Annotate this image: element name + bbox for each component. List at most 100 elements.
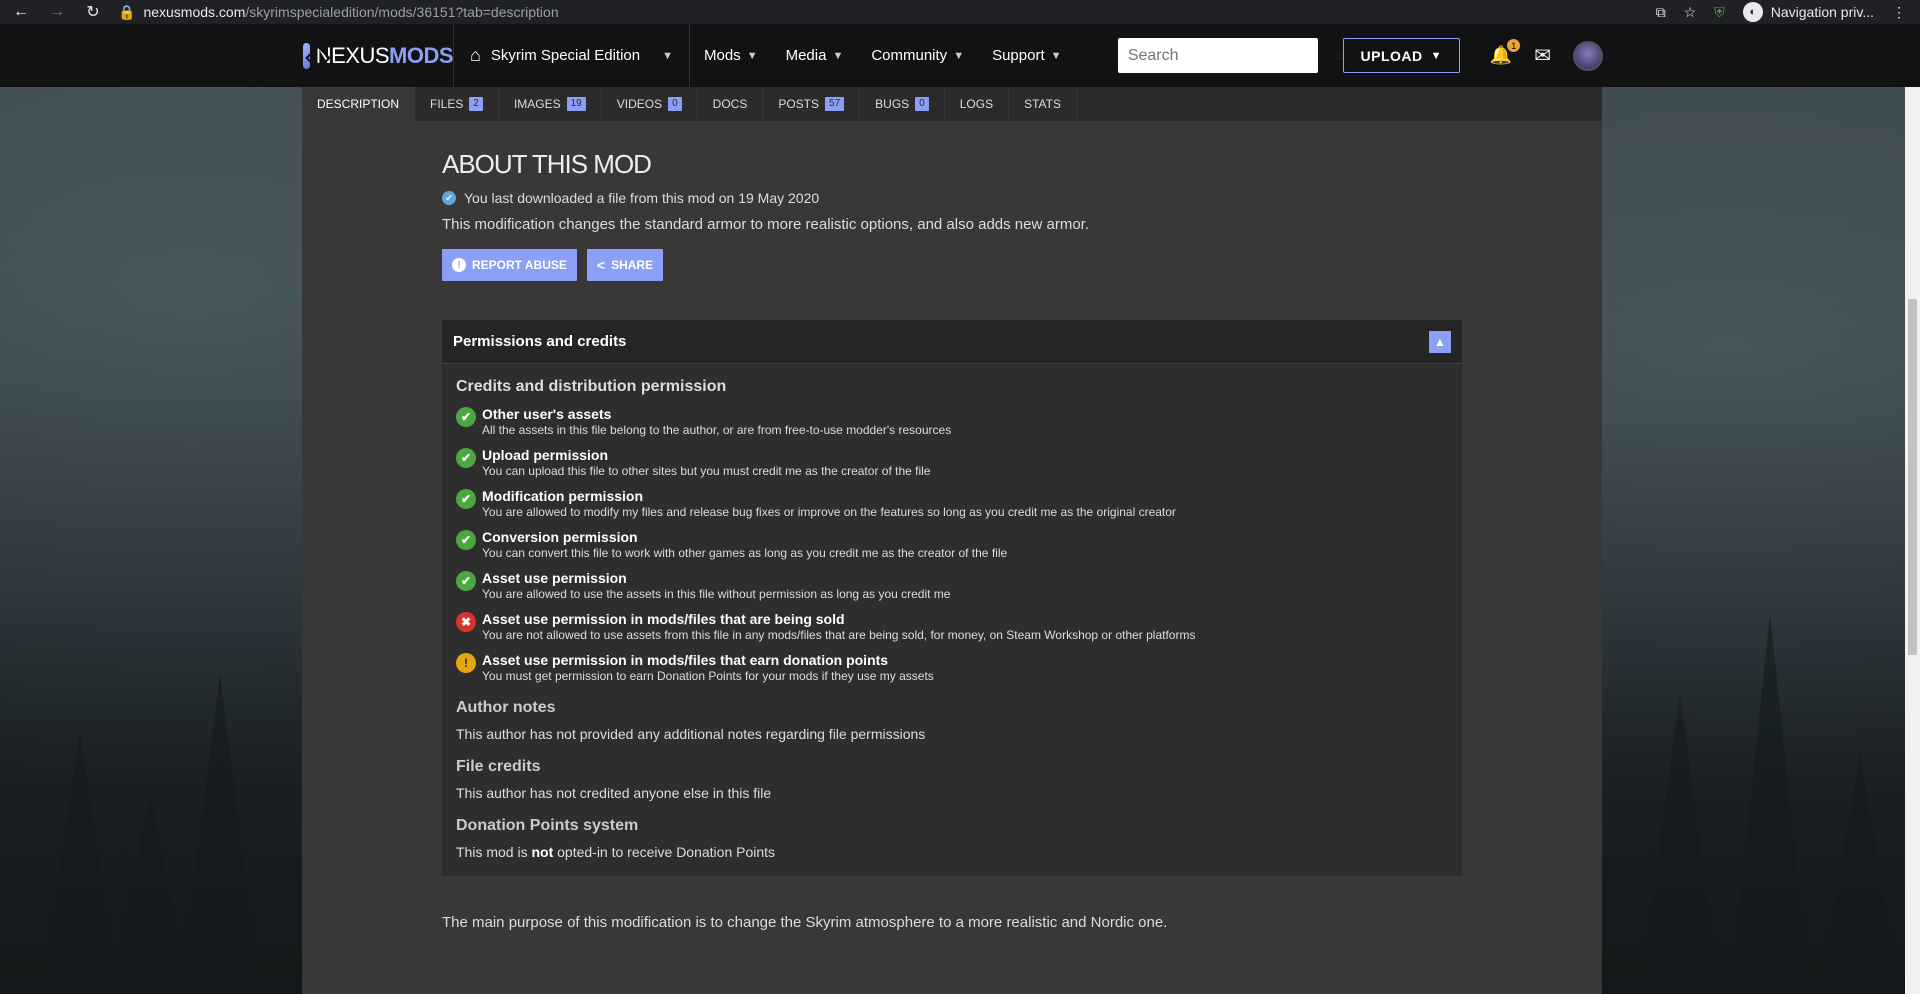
tab-images[interactable]: IMAGES 19 <box>499 87 602 121</box>
profile-button[interactable]: ◐ Navigation priv... <box>1742 2 1874 22</box>
permission-desc: You can convert this file to work with o… <box>482 546 1008 560</box>
mod-tabs: DESCRIPTION FILES 2 IMAGES 19 VIDEOS 0 DOCS… <box>302 87 1602 121</box>
permissions-title: Permissions and credits <box>453 333 627 350</box>
browser-menu-icon[interactable]: ⋮ <box>1892 4 1906 21</box>
report-label: REPORT ABUSE <box>472 258 567 272</box>
permission-desc: You must get permission to earn Donation… <box>482 669 934 683</box>
menu-community[interactable]: Community ▼ <box>857 24 978 87</box>
user-avatar[interactable] <box>1573 40 1603 71</box>
permission-title: Modification permission <box>482 488 644 504</box>
main-menu: Mods ▼ Media ▼ Community ▼ Support ▼ <box>690 24 1076 87</box>
search-input[interactable] <box>1127 46 1335 65</box>
address-bar[interactable]: 🔒 nexusmods.com/skyrimspecialedition/mod… <box>118 4 559 21</box>
permission-item: ✔ Asset use permission You are allowed to… <box>456 570 1448 601</box>
lock-icon: 🔒 <box>118 3 136 20</box>
bookmark-star-icon[interactable]: ☆ <box>1684 4 1697 21</box>
cross-circle-icon: ✖ <box>456 612 476 632</box>
author-notes-title: Author notes <box>456 699 556 716</box>
donation-title: Donation Points system <box>456 817 639 834</box>
url-path: /skyrimspecialedition/mods/36151?tab=des… <box>245 4 559 20</box>
search-box: ⌕ <box>1117 38 1345 73</box>
extension-icon[interactable]: ⛨ <box>1714 4 1725 21</box>
tab-label: FILES <box>430 97 464 111</box>
warning-circle-icon: ! <box>456 653 476 673</box>
mod-summary: This modification changes the standard a… <box>442 216 1089 233</box>
tab-count: 0 <box>915 97 929 111</box>
back-icon[interactable]: ← <box>10 3 32 21</box>
logo-suffix: MODS <box>389 42 454 68</box>
chevron-down-icon: ▼ <box>832 49 844 62</box>
tab-label: LOGS <box>959 97 994 111</box>
tab-label: BUGS <box>875 97 910 111</box>
tab-bugs[interactable]: BUGS 0 <box>860 87 945 121</box>
page-scrollbar[interactable] <box>1905 87 1920 994</box>
menu-label: Community <box>871 47 948 64</box>
donation-pre: This mod is <box>456 844 532 860</box>
upload-button[interactable]: UPLOAD ▼ <box>1342 38 1460 73</box>
permission-desc: You are allowed to modify my files and r… <box>482 505 1176 519</box>
share-label: SHARE <box>611 258 654 272</box>
tab-logs[interactable]: LOGS <box>945 87 1010 121</box>
forward-icon[interactable]: → <box>46 3 68 21</box>
tab-description[interactable]: DESCRIPTION <box>302 87 416 121</box>
donation-text: This mod is not opted-in to receive Dona… <box>456 844 1448 860</box>
alert-icon: ! <box>452 258 466 272</box>
incognito-icon: ◐ <box>1742 2 1763 22</box>
tab-stats[interactable]: STATS <box>1009 87 1077 121</box>
menu-mods[interactable]: Mods ▼ <box>690 24 772 87</box>
author-notes-text: This author has not provided any additio… <box>456 726 926 742</box>
tab-label: POSTS <box>778 97 820 111</box>
permission-item: ✖ Asset use permission in mods/files tha… <box>456 611 1448 642</box>
game-selector[interactable]: ⌂ Skyrim Special Edition ▼ <box>454 45 689 66</box>
check-icon: ✔ <box>442 191 456 205</box>
notifications-bell-icon[interactable]: 🔔 1 <box>1490 39 1521 66</box>
permission-desc: You are allowed to use the assets in thi… <box>482 587 951 601</box>
tab-docs[interactable]: DOCS <box>698 87 764 121</box>
permission-item: ✔ Other user's assets All the assets in t… <box>456 406 1448 437</box>
permission-title: Conversion permission <box>482 529 638 545</box>
chevron-down-icon: ▼ <box>746 49 758 62</box>
permission-desc: You can upload this file to other sites … <box>482 464 931 478</box>
permissions-header[interactable]: Permissions and credits ▲ <box>442 320 1462 364</box>
menu-label: Mods <box>704 47 741 64</box>
tab-label: STATS <box>1024 97 1061 111</box>
permission-item: ✔ Conversion permission You can convert t… <box>456 529 1448 560</box>
permission-title: Other user's assets <box>482 406 612 422</box>
report-abuse-button[interactable]: ! REPORT ABUSE <box>442 249 577 281</box>
donation-post: opted-in to receive Donation Points <box>553 844 776 860</box>
description-content: ABOUT THIS MOD ✔ You last downloaded a f… <box>442 127 1462 931</box>
nexusmods-logo[interactable]: NEXUSMODS <box>303 42 454 69</box>
notification-badge: 1 <box>1507 39 1521 52</box>
mail-icon[interactable]: ✉ <box>1534 43 1551 68</box>
tab-files[interactable]: FILES 2 <box>415 87 499 121</box>
permissions-box: Permissions and credits ▲ Credits and di… <box>442 320 1462 876</box>
tab-videos[interactable]: VIDEOS 0 <box>602 87 698 121</box>
permission-item: ✔ Modification permission You are allowed… <box>456 488 1448 519</box>
reload-icon[interactable]: ↻ <box>82 2 104 22</box>
site-header: NEXUSMODS ⌂ Skyrim Special Edition ▼ Mod… <box>0 24 1920 87</box>
main-purpose-text: The main purpose of this modification is… <box>442 914 1168 931</box>
menu-media[interactable]: Media ▼ <box>772 24 858 87</box>
share-button[interactable]: < SHARE <box>586 249 664 281</box>
translate-icon[interactable]: ⧉ <box>1656 4 1666 21</box>
permission-item: ! Asset use permission in mods/files tha… <box>456 652 1448 683</box>
tab-label: IMAGES <box>513 97 561 111</box>
menu-label: Support <box>992 47 1045 64</box>
permission-title: Asset use permission in mods/files that … <box>482 611 845 627</box>
menu-label: Media <box>785 47 827 64</box>
section-title: Credits and distribution permission <box>456 378 727 395</box>
mod-page-panel: DESCRIPTION FILES 2 IMAGES 19 VIDEOS 0 DOCS… <box>302 87 1602 994</box>
browser-toolbar: ← → ↻ 🔒 nexusmods.com/skyrimspecialediti… <box>0 0 1920 24</box>
about-title: ABOUT THIS MOD <box>442 149 652 179</box>
tab-label: VIDEOS <box>616 97 663 111</box>
collapse-icon[interactable]: ▲ <box>1429 330 1451 353</box>
permission-item: ✔ Upload permission You can upload this f… <box>456 447 1448 478</box>
check-circle-icon: ✔ <box>456 448 476 468</box>
tab-label: DOCS <box>712 97 748 111</box>
tab-posts[interactable]: POSTS 57 <box>763 87 861 121</box>
home-icon: ⌂ <box>470 45 481 65</box>
profile-label: Navigation priv... <box>1770 4 1874 20</box>
scrollbar-thumb[interactable] <box>1908 299 1917 655</box>
menu-support[interactable]: Support ▼ <box>978 24 1075 87</box>
permission-title: Asset use permission <box>482 570 627 586</box>
